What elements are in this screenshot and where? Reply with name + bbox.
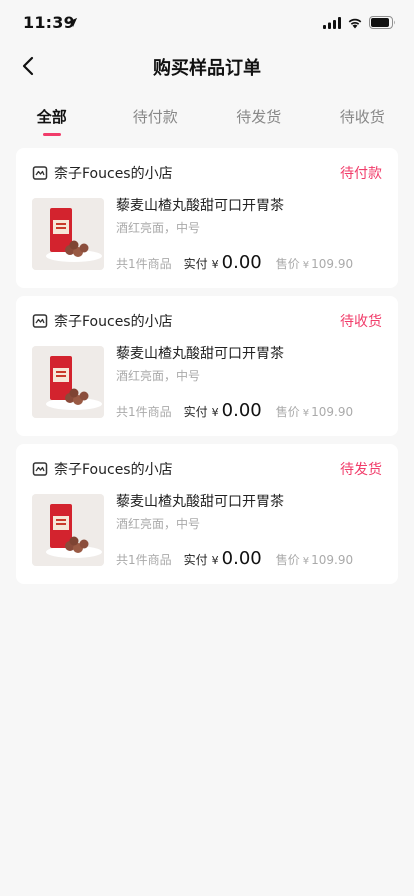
paid-amount: 0.00 <box>221 400 262 421</box>
paid-currency: ¥ <box>211 554 219 567</box>
order-card[interactable]: 柰子Fouces的小店 待发货 藜麦山楂丸酸甜可口开胃茶 酒红亮面，中号 共1件… <box>16 444 398 584</box>
product-spec: 酒红亮面，中号 <box>116 369 201 383</box>
order-tabs: 全部 待付款 待发货 待收货 <box>0 100 414 140</box>
paid-label: 实付 <box>183 257 208 271</box>
shop-icon <box>32 314 48 328</box>
item-count: 共1件商品 <box>116 553 172 567</box>
price-row: 共1件商品 实付 ¥ 0.00 售价 ¥ 109.90 <box>116 548 382 569</box>
paid-label: 实付 <box>183 553 208 567</box>
status-bar: 11:39 <box>0 0 414 44</box>
shop-name[interactable]: 柰子Fouces的小店 <box>54 311 340 331</box>
sale-price: 109.90 <box>311 257 354 271</box>
item-count: 共1件商品 <box>116 257 172 271</box>
paid-amount: 0.00 <box>221 252 262 273</box>
sale-price: 109.90 <box>311 553 354 567</box>
order-status: 待收货 <box>340 314 382 330</box>
order-card-header: 柰子Fouces的小店 待收货 <box>32 310 382 332</box>
sale-price-label: 售价 <box>275 405 300 419</box>
product-title[interactable]: 藜麦山楂丸酸甜可口开胃茶 <box>116 343 284 363</box>
product-title[interactable]: 藜麦山楂丸酸甜可口开胃茶 <box>116 195 284 215</box>
sale-currency: ¥ <box>302 260 310 271</box>
paid-amount: 0.00 <box>221 548 262 569</box>
product-spec: 酒红亮面，中号 <box>116 221 201 235</box>
sale-currency: ¥ <box>302 408 310 419</box>
tab-pending-shipment[interactable]: 待发货 <box>207 100 311 140</box>
item-count: 共1件商品 <box>116 405 172 419</box>
order-status: 待付款 <box>340 166 382 182</box>
order-list: 柰子Fouces的小店 待付款 藜麦山楂丸酸甜可口开胃茶 酒红亮面，中号 共1件… <box>16 148 398 592</box>
tab-all[interactable]: 全部 <box>0 100 104 140</box>
battery-icon <box>369 16 395 29</box>
sale-currency: ¥ <box>302 556 310 567</box>
tab-pending-receipt[interactable]: 待收货 <box>311 100 414 140</box>
cellular-signal-icon <box>323 16 341 29</box>
shop-name[interactable]: 柰子Fouces的小店 <box>54 163 340 183</box>
shop-name[interactable]: 柰子Fouces的小店 <box>54 459 340 479</box>
order-card-header: 柰子Fouces的小店 待付款 <box>32 162 382 184</box>
paid-label: 实付 <box>183 405 208 419</box>
location-arrow-icon <box>67 17 78 28</box>
shop-icon <box>32 462 48 476</box>
price-row: 共1件商品 实付 ¥ 0.00 售价 ¥ 109.90 <box>116 400 382 421</box>
wifi-icon <box>348 18 362 28</box>
sale-price-label: 售价 <box>275 257 300 271</box>
tab-pending-payment[interactable]: 待付款 <box>104 100 208 140</box>
paid-currency: ¥ <box>211 258 219 271</box>
product-spec: 酒红亮面，中号 <box>116 517 201 531</box>
product-image[interactable] <box>32 494 104 566</box>
product-image[interactable] <box>32 346 104 418</box>
sale-price: 109.90 <box>311 405 354 419</box>
status-indicators <box>323 16 396 29</box>
sale-price-label: 售价 <box>275 553 300 567</box>
order-card-header: 柰子Fouces的小店 待发货 <box>32 458 382 480</box>
order-card[interactable]: 柰子Fouces的小店 待收货 藜麦山楂丸酸甜可口开胃茶 酒红亮面，中号 共1件… <box>16 296 398 436</box>
order-status: 待发货 <box>340 462 382 478</box>
product-package-image <box>32 494 104 566</box>
shop-icon <box>32 166 48 180</box>
product-package-image <box>32 346 104 418</box>
product-title[interactable]: 藜麦山楂丸酸甜可口开胃茶 <box>116 491 284 511</box>
page-title: 购买样品订单 <box>153 58 261 79</box>
order-card[interactable]: 柰子Fouces的小店 待付款 藜麦山楂丸酸甜可口开胃茶 酒红亮面，中号 共1件… <box>16 148 398 288</box>
product-image[interactable] <box>32 198 104 270</box>
nav-bar: 购买样品订单 <box>0 44 414 88</box>
product-package-image <box>32 198 104 270</box>
price-row: 共1件商品 实付 ¥ 0.00 售价 ¥ 109.90 <box>116 252 382 273</box>
paid-currency: ¥ <box>211 406 219 419</box>
